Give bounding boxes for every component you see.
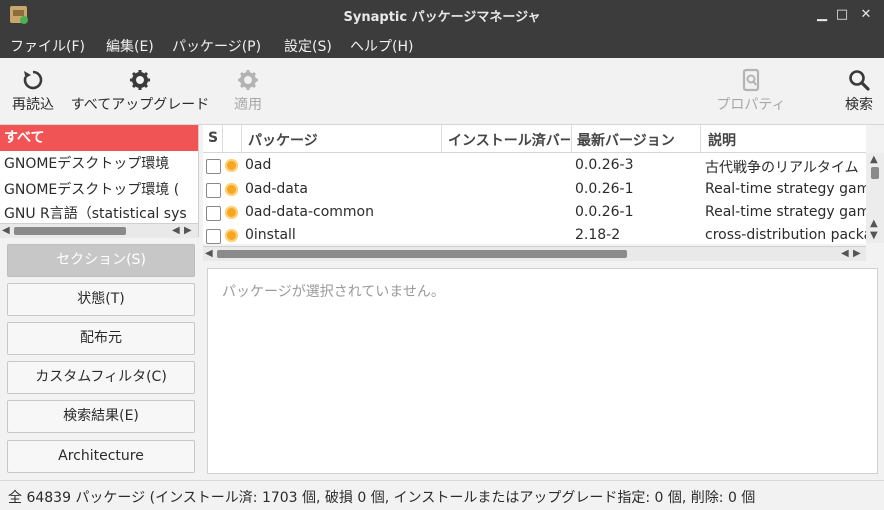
scroll-right-icon[interactable]: ▶ <box>184 224 192 238</box>
scroll-thumb[interactable] <box>217 250 627 258</box>
apply-gear-icon <box>238 70 258 90</box>
package-list: S パッケージ インストール済バージョン 最新バージョン 説明 0ad 0.0.… <box>203 125 866 244</box>
package-latest-version: 0.0.26-1 <box>575 181 634 197</box>
section-item[interactable]: GNOMEデスクトップ環境 ( <box>0 177 198 203</box>
package-latest-version: 0.0.26-1 <box>575 204 634 220</box>
properties-label: プロパティ <box>716 97 786 113</box>
package-description: cross-distribution packa <box>705 227 866 243</box>
title-bar: Synaptic パッケージマネージャ ▁ □ ✕ <box>0 0 884 30</box>
package-checkbox[interactable] <box>206 183 221 198</box>
apply-button[interactable]: 適用 <box>226 58 270 118</box>
scroll-left-icon[interactable]: ◀ <box>172 224 180 238</box>
reload-label: 再読込 <box>12 97 54 113</box>
package-list-header: S パッケージ インストール済バージョン 最新バージョン 説明 <box>203 125 866 153</box>
scroll-down-icon[interactable]: ▼ <box>870 229 878 243</box>
scroll-up-icon[interactable]: ▲ <box>870 153 878 167</box>
filter-custom-button[interactable]: カスタムフィルタ(C) <box>7 361 195 394</box>
section-item-all[interactable]: すべて <box>0 125 198 151</box>
package-name: 0install <box>245 227 296 243</box>
search-label: 検索 <box>845 97 873 113</box>
scroll-thumb[interactable] <box>14 227 126 235</box>
search-icon <box>849 70 870 91</box>
scroll-right-icon[interactable]: ▶ <box>853 247 861 261</box>
package-status-icon <box>225 206 238 219</box>
section-item[interactable]: GNU R言語（statistical sys <box>0 203 198 223</box>
menu-settings[interactable]: 設定(S) <box>284 36 332 56</box>
menu-edit[interactable]: 編集(E) <box>106 36 154 56</box>
filter-origin-button[interactable]: 配布元 <box>7 322 195 355</box>
package-name: 0ad-data-common <box>245 204 374 220</box>
status-bar: 全 64839 パッケージ (インストール済: 1703 個, 破損 0 個, … <box>0 480 884 510</box>
mark-all-upgrades-label: すべてアップグレード <box>70 97 210 113</box>
package-row[interactable]: 0ad 0.0.26-3 古代戦争のリアルタイム <box>203 154 866 178</box>
package-latest-version: 2.18-2 <box>575 227 621 243</box>
close-button[interactable]: ✕ <box>856 5 876 25</box>
package-name: 0ad-data <box>245 181 308 197</box>
filter-status-button[interactable]: 状態(T) <box>7 283 195 316</box>
window-title: Synaptic パッケージマネージャ <box>343 10 541 25</box>
package-row[interactable]: 0ad-data-common 0.0.26-1 Real-time strat… <box>203 201 866 225</box>
no-package-selected-text: パッケージが選択されていません。 <box>222 284 445 300</box>
section-list: すべて GNOMEデスクトップ環境 GNOMEデスクトップ環境 ( GNU R言… <box>0 125 199 237</box>
package-details-panel: パッケージが選択されていません。 <box>207 268 878 474</box>
filter-search-results-button[interactable]: 検索結果(E) <box>7 400 195 433</box>
mark-all-upgrades-button[interactable]: すべてアップグレード <box>64 58 216 118</box>
package-list-vscrollbar[interactable]: ▲ ▲ ▼ <box>866 153 884 243</box>
package-status-icon <box>225 229 238 242</box>
column-header-installed-version[interactable]: インストール済バージョン <box>448 130 570 150</box>
properties-button[interactable]: プロパティ <box>712 58 790 118</box>
package-list-hscrollbar[interactable]: ◀ ◀ ▶ <box>203 246 866 261</box>
reload-icon <box>23 70 43 90</box>
package-row[interactable]: 0install 2.18-2 cross-distribution packa <box>203 224 866 244</box>
package-row[interactable]: 0ad-data 0.0.26-1 Real-time strategy gam… <box>203 178 866 202</box>
package-checkbox[interactable] <box>206 229 221 244</box>
menu-bar: ファイル(F) 編集(E) パッケージ(P) 設定(S) ヘルプ(H) <box>0 30 884 58</box>
column-header-status[interactable]: S <box>208 130 218 146</box>
package-description: Real-time strategy game <box>705 204 866 220</box>
package-status-icon <box>225 183 238 196</box>
column-header-description[interactable]: 説明 <box>708 130 736 150</box>
scroll-left-icon[interactable]: ◀ <box>205 247 213 261</box>
menu-help[interactable]: ヘルプ(H) <box>350 36 413 56</box>
filter-sections-button[interactable]: セクション(S) <box>7 244 195 277</box>
properties-icon <box>742 68 760 92</box>
minimize-button[interactable]: ▁ <box>812 5 832 25</box>
section-item[interactable]: GNOMEデスクトップ環境 <box>0 151 198 177</box>
column-header-latest-version[interactable]: 最新バージョン <box>577 130 699 150</box>
menu-package[interactable]: パッケージ(P) <box>172 36 261 56</box>
gear-icon <box>130 70 150 90</box>
search-button[interactable]: 検索 <box>838 58 880 118</box>
status-text: 全 64839 パッケージ (インストール済: 1703 個, 破損 0 個, … <box>8 490 756 506</box>
scroll-left-icon[interactable]: ◀ <box>2 224 10 238</box>
package-description: 古代戦争のリアルタイム <box>705 160 859 176</box>
package-checkbox[interactable] <box>206 159 221 174</box>
filter-architecture-button[interactable]: Architecture <box>7 440 195 473</box>
toolbar: 再読込 すべてアップグレード 適用 プロパティ 検索 <box>0 58 884 125</box>
menu-file[interactable]: ファイル(F) <box>10 36 85 56</box>
column-header-package[interactable]: パッケージ <box>248 130 438 150</box>
package-description: Real-time strategy game <box>705 181 866 197</box>
section-list-hscrollbar[interactable]: ◀ ◀ ▶ <box>0 223 198 238</box>
package-checkbox[interactable] <box>206 206 221 221</box>
scroll-thumb[interactable] <box>871 167 879 179</box>
scroll-left-icon[interactable]: ◀ <box>841 247 849 261</box>
reload-button[interactable]: 再読込 <box>8 58 58 118</box>
package-status-icon <box>225 159 238 172</box>
maximize-button[interactable]: □ <box>832 5 852 25</box>
package-latest-version: 0.0.26-3 <box>575 157 634 173</box>
package-name: 0ad <box>245 157 272 173</box>
apply-label: 適用 <box>234 97 262 113</box>
